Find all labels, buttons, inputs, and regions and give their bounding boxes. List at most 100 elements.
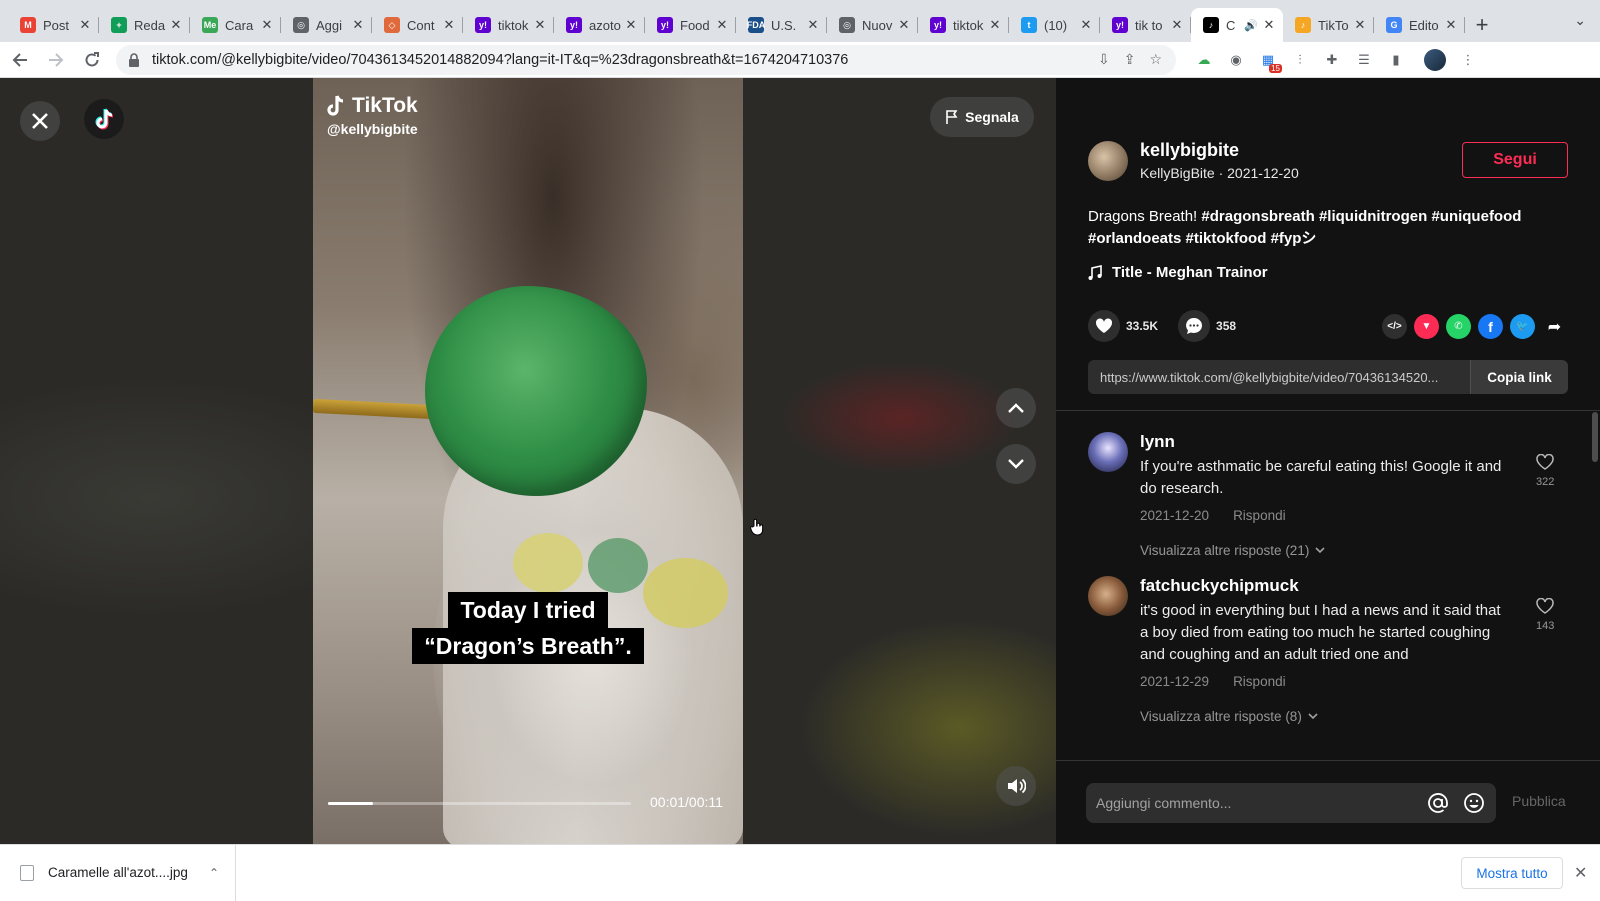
browser-tab[interactable]: Me Cara ✕ bbox=[190, 8, 281, 42]
reply-button[interactable]: Rispondi bbox=[1233, 674, 1286, 689]
author-username[interactable]: kellybigbite bbox=[1140, 140, 1299, 161]
forward-button[interactable] bbox=[40, 44, 72, 76]
browser-tab[interactable]: ◎ Aggi ✕ bbox=[281, 8, 372, 42]
facebook-icon[interactable]: f bbox=[1478, 314, 1503, 339]
close-download-bar-icon[interactable]: ✕ bbox=[1574, 863, 1587, 883]
browser-tab[interactable]: ♪ TikTo ✕ bbox=[1283, 8, 1374, 42]
tab-search-chevron-icon[interactable]: ⌄ bbox=[1574, 12, 1586, 29]
browser-tab[interactable]: G Edito ✕ bbox=[1374, 8, 1465, 42]
url-text[interactable]: tiktok.com/@kellybigbite/video/704361345… bbox=[152, 52, 1098, 68]
browser-tab[interactable]: t (10) ✕ bbox=[1009, 8, 1100, 42]
comment-input[interactable]: Aggiungi commento... bbox=[1086, 783, 1496, 823]
video-frame[interactable]: TikTok @kellybigbite Today I tried “Drag… bbox=[313, 78, 743, 844]
post-comment-button[interactable]: Pubblica bbox=[1512, 793, 1566, 809]
view-more-replies[interactable]: Visualizza altre risposte (21) bbox=[1140, 543, 1510, 558]
side-panel-icon[interactable]: ▮ bbox=[1386, 50, 1406, 70]
comment-username[interactable]: fatchuckychipmuck bbox=[1140, 576, 1510, 596]
bookmark-star-icon[interactable]: ☆ bbox=[1149, 51, 1162, 68]
browser-tab[interactable]: y! azoto ✕ bbox=[554, 8, 645, 42]
profile-avatar[interactable] bbox=[1424, 48, 1446, 71]
emoji-icon[interactable] bbox=[1460, 789, 1488, 817]
comment-button[interactable] bbox=[1178, 310, 1211, 342]
tab-close-icon[interactable]: ✕ bbox=[1261, 17, 1277, 33]
close-video-button[interactable] bbox=[20, 101, 60, 141]
tab-close-icon[interactable]: ✕ bbox=[168, 17, 184, 33]
like-button[interactable] bbox=[1088, 310, 1120, 342]
tab-close-icon[interactable]: ✕ bbox=[623, 17, 639, 33]
browser-tab[interactable]: FDA U.S. ✕ bbox=[736, 8, 827, 42]
browser-tab[interactable]: y! tiktok ✕ bbox=[463, 8, 554, 42]
browser-tab[interactable]: M Post ✕ bbox=[8, 8, 99, 42]
hashtag-link[interactable]: #liquidnitrogen bbox=[1319, 208, 1427, 225]
browser-tab[interactable]: + Reda ✕ bbox=[99, 8, 190, 42]
address-bar[interactable]: tiktok.com/@kellybigbite/video/704361345… bbox=[116, 44, 1176, 75]
browser-tab[interactable]: ♪ C 🔊 ✕ bbox=[1191, 8, 1283, 42]
tab-close-icon[interactable]: ✕ bbox=[896, 17, 912, 33]
reply-button[interactable]: Rispondi bbox=[1233, 508, 1286, 523]
like-stat[interactable]: 33.5K bbox=[1088, 310, 1158, 342]
tab-close-icon[interactable]: ✕ bbox=[1443, 17, 1459, 33]
hashtag-link[interactable]: #uniquefood bbox=[1431, 208, 1521, 225]
extension-cloud-icon[interactable]: ☁ bbox=[1194, 50, 1214, 70]
tab-close-icon[interactable]: ✕ bbox=[987, 17, 1003, 33]
tab-close-icon[interactable]: ✕ bbox=[1352, 17, 1368, 33]
share-arrow-icon[interactable]: ➦ bbox=[1542, 314, 1567, 339]
extension-eye-icon[interactable]: ◉ bbox=[1226, 50, 1246, 70]
tab-close-icon[interactable]: ✕ bbox=[350, 17, 366, 33]
mention-icon[interactable] bbox=[1424, 789, 1452, 817]
tiktok-logo-button[interactable] bbox=[84, 99, 124, 139]
view-more-replies[interactable]: Visualizza altre risposte (8) bbox=[1140, 709, 1510, 724]
new-tab-button[interactable]: + bbox=[1465, 8, 1499, 42]
reload-button[interactable] bbox=[76, 44, 108, 76]
comment-avatar[interactable] bbox=[1088, 432, 1128, 472]
author-info[interactable]: kellybigbite KellyBigBite · 2021-12-20 bbox=[1088, 140, 1299, 181]
comments-scrollbar[interactable] bbox=[1592, 412, 1598, 462]
next-video-button[interactable] bbox=[996, 444, 1036, 484]
author-avatar[interactable] bbox=[1088, 140, 1128, 181]
hashtag-link[interactable]: #tiktokfood bbox=[1186, 230, 1267, 247]
report-button[interactable]: Segnala bbox=[930, 97, 1034, 137]
tab-close-icon[interactable]: ✕ bbox=[259, 17, 275, 33]
download-item[interactable]: Caramelle all'azot....jpg ⌃ bbox=[0, 844, 236, 901]
reading-list-icon[interactable]: ☰ bbox=[1354, 50, 1374, 70]
embed-code-icon[interactable]: </> bbox=[1382, 314, 1407, 339]
back-button[interactable] bbox=[4, 44, 36, 76]
hashtag-link[interactable]: #fypシ bbox=[1271, 230, 1317, 247]
comment-username[interactable]: lynn bbox=[1140, 432, 1510, 452]
browser-tab[interactable]: ◎ Nuov ✕ bbox=[827, 8, 918, 42]
show-all-downloads-button[interactable]: Mostra tutto bbox=[1461, 857, 1563, 889]
extension-calendar-icon[interactable]: ▦ 15 bbox=[1258, 50, 1282, 73]
tab-close-icon[interactable]: ✕ bbox=[77, 17, 93, 33]
hashtag-link[interactable]: #dragonsbreath bbox=[1201, 208, 1314, 225]
browser-tab[interactable]: y! tiktok ✕ bbox=[918, 8, 1009, 42]
browser-tab[interactable]: y! Food ✕ bbox=[645, 8, 736, 42]
music-title[interactable]: Title - Meghan Trainor bbox=[1112, 264, 1268, 281]
volume-button[interactable] bbox=[996, 766, 1036, 806]
install-app-icon[interactable]: ⇩ bbox=[1098, 51, 1110, 68]
comment-avatar[interactable] bbox=[1088, 576, 1128, 616]
music-link[interactable]: Title - Meghan Trainor bbox=[1088, 264, 1268, 281]
download-filename[interactable]: Caramelle all'azot....jpg bbox=[48, 865, 209, 880]
tab-close-icon[interactable]: ✕ bbox=[1169, 17, 1185, 33]
video-progress-bar[interactable] bbox=[328, 802, 631, 805]
extension-translate-icon[interactable]: ⫶ bbox=[1290, 50, 1310, 70]
twitter-icon[interactable]: 🐦 bbox=[1510, 314, 1535, 339]
comment-like[interactable]: 322 bbox=[1536, 454, 1554, 488]
browser-tab[interactable]: y! tik to ✕ bbox=[1100, 8, 1191, 42]
send-to-friends-icon[interactable]: ▼ bbox=[1414, 314, 1439, 339]
video-link-url[interactable]: https://www.tiktok.com/@kellybigbite/vid… bbox=[1088, 370, 1470, 385]
extensions-puzzle-icon[interactable]: ✚ bbox=[1322, 50, 1342, 70]
copy-link-button[interactable]: Copia link bbox=[1470, 360, 1568, 394]
chrome-menu-icon[interactable]: ⋮ bbox=[1458, 50, 1478, 70]
tab-close-icon[interactable]: ✕ bbox=[714, 17, 730, 33]
previous-video-button[interactable] bbox=[996, 388, 1036, 428]
hashtag-link[interactable]: #orlandoeats bbox=[1088, 230, 1181, 247]
comment-like[interactable]: 143 bbox=[1536, 598, 1554, 632]
comment-stat[interactable]: 358 bbox=[1178, 310, 1236, 342]
tab-close-icon[interactable]: ✕ bbox=[532, 17, 548, 33]
whatsapp-icon[interactable]: ✆ bbox=[1446, 314, 1471, 339]
share-page-icon[interactable]: ⇪ bbox=[1124, 51, 1136, 68]
tab-close-icon[interactable]: ✕ bbox=[805, 17, 821, 33]
tab-close-icon[interactable]: ✕ bbox=[441, 17, 457, 33]
browser-tab[interactable]: ◇ Cont ✕ bbox=[372, 8, 463, 42]
